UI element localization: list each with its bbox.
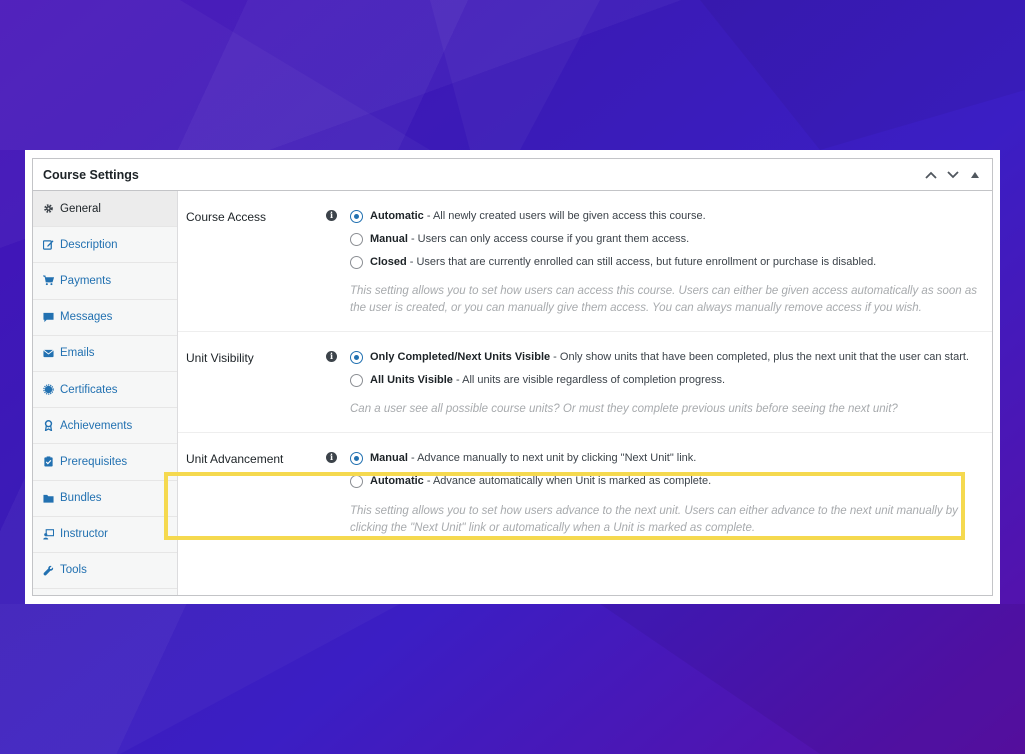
radio-button[interactable] (350, 232, 363, 246)
folder-icon (42, 492, 54, 504)
option-title: Only Completed/Next Units Visible (370, 351, 551, 363)
certificate-icon (42, 384, 54, 396)
move-up-button[interactable] (924, 168, 938, 182)
settings-sidebar: General Description Payments Messages Em… (33, 191, 178, 595)
award-icon (42, 420, 54, 432)
course-access-description: This setting allows you to set how users… (350, 285, 978, 314)
sidebar-item-label: Emails (60, 347, 95, 360)
course-access-label: Course Access (186, 210, 267, 224)
sidebar-item-bundles[interactable]: Bundles (33, 481, 177, 517)
radio-button[interactable] (350, 373, 363, 387)
radio-button[interactable] (350, 255, 363, 269)
sidebar-item-payments[interactable]: Payments (33, 263, 177, 300)
sidebar-item-description[interactable]: Description (33, 227, 177, 264)
sidebar-item-label: Tools (60, 564, 87, 577)
settings-content: Course Access i Automatic - All newly cr… (178, 191, 992, 595)
sidebar-item-label: Bundles (60, 492, 102, 505)
chevron-down-icon (947, 170, 959, 178)
toggle-panel-button[interactable] (968, 168, 982, 182)
unit-advancement-section: Unit Advancement i Manual - Advance manu… (178, 433, 992, 551)
option-text: - Advance manually to next unit by click… (407, 452, 697, 464)
course-access-section: Course Access i Automatic - All newly cr… (178, 191, 992, 332)
unit-advancement-option-automatic[interactable]: Automatic - Advance automatically when U… (350, 473, 982, 489)
course-access-option-automatic[interactable]: Automatic - All newly created users will… (350, 208, 982, 224)
radio-button[interactable] (350, 474, 363, 488)
sidebar-item-prerequisites[interactable]: Prerequisites (33, 444, 177, 481)
option-title: Manual (370, 233, 408, 245)
option-text: - Only show units that have been complet… (550, 351, 969, 363)
header-controls (924, 168, 982, 182)
gear-icon (42, 203, 54, 215)
unit-advancement-description: This setting allows you to set how users… (350, 505, 958, 534)
radio-button[interactable] (350, 350, 363, 364)
unit-advancement-label: Unit Advancement (186, 452, 284, 466)
info-icon[interactable]: i (326, 210, 337, 221)
option-title: All Units Visible (370, 374, 453, 386)
info-icon[interactable]: i (326, 351, 337, 362)
option-text: - Users can only access course if you gr… (407, 233, 690, 245)
course-access-option-manual[interactable]: Manual - Users can only access course if… (350, 231, 982, 247)
course-access-option-closed[interactable]: Closed - Users that are currently enroll… (350, 254, 982, 270)
sidebar-item-label: Messages (60, 311, 113, 324)
message-icon (42, 311, 54, 323)
option-title: Manual (370, 452, 408, 464)
unit-visibility-option-completed-next[interactable]: Only Completed/Next Units Visible - Only… (350, 349, 982, 365)
sidebar-item-label: Prerequisites (60, 455, 128, 468)
clipboard-icon (42, 456, 54, 468)
sidebar-item-tools[interactable]: Tools (33, 553, 177, 590)
unit-visibility-option-all[interactable]: All Units Visible - All units are visibl… (350, 372, 982, 388)
sidebar-item-emails[interactable]: Emails (33, 336, 177, 372)
course-settings-panel: Course Settings General Description Paym… (32, 158, 993, 596)
option-title: Automatic (370, 210, 424, 222)
chevron-up-icon (925, 171, 937, 179)
panel-title: Course Settings (43, 167, 139, 182)
sidebar-item-label: Description (60, 238, 118, 251)
move-down-button[interactable] (946, 168, 960, 182)
sidebar-item-label: Certificates (60, 383, 118, 396)
sidebar-item-achievements[interactable]: Achievements (33, 408, 177, 445)
option-text: - All newly created users will be given … (423, 210, 706, 222)
option-title: Automatic (370, 475, 424, 487)
edit-icon (42, 239, 54, 251)
unit-visibility-section: Unit Visibility i Only Completed/Next Un… (178, 332, 992, 433)
sidebar-item-certificates[interactable]: Certificates (33, 372, 177, 409)
unit-visibility-label: Unit Visibility (186, 351, 254, 365)
radio-button[interactable] (350, 209, 363, 223)
option-text: - Advance automatically when Unit is mar… (423, 475, 712, 487)
option-text: - Users that are currently enrolled can … (406, 256, 877, 268)
cart-icon (42, 275, 54, 287)
sidebar-item-general[interactable]: General (33, 191, 177, 228)
radio-button[interactable] (350, 451, 363, 465)
screenshot-frame: Course Settings General Description Paym… (25, 150, 1000, 604)
unit-advancement-option-manual[interactable]: Manual - Advance manually to next unit b… (350, 450, 982, 466)
instructor-icon (42, 528, 54, 540)
option-text: - All units are visible regardless of co… (452, 374, 726, 386)
sidebar-item-label: General (60, 202, 101, 215)
sidebar-item-label: Achievements (60, 419, 133, 432)
email-icon (42, 347, 54, 359)
sidebar-item-messages[interactable]: Messages (33, 300, 177, 336)
triangle-up-icon (971, 171, 979, 178)
sidebar-item-label: Instructor (60, 528, 108, 541)
sidebar-item-instructor[interactable]: Instructor (33, 517, 177, 553)
option-title: Closed (370, 256, 407, 268)
info-icon[interactable]: i (326, 452, 337, 463)
wrench-icon (42, 564, 54, 576)
panel-header: Course Settings (33, 159, 992, 191)
unit-visibility-description: Can a user see all possible course units… (350, 403, 898, 415)
sidebar-item-label: Payments (60, 274, 112, 287)
